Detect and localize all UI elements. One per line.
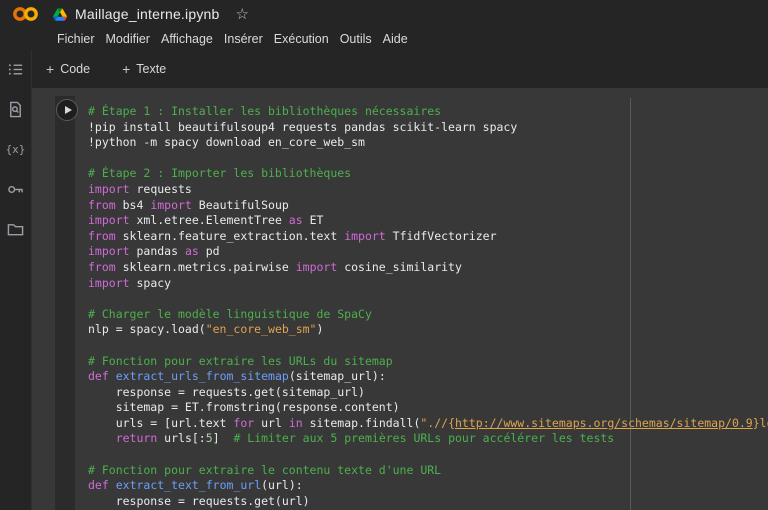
code-line: from sklearn.metrics.pairwise import cos… [88, 260, 768, 276]
menu-modifier[interactable]: Modifier [106, 32, 150, 46]
code-line: from sklearn.feature_extraction.text imp… [88, 229, 768, 245]
folder-icon [7, 221, 24, 238]
code-line: # Fonction pour extraire les URLs du sit… [88, 354, 768, 370]
header: Maillage_interne.ipynb ☆ [0, 0, 768, 28]
code-line: from bs4 import BeautifulSoup [88, 198, 768, 214]
colab-logo-icon[interactable] [12, 6, 39, 22]
sidebar: {x} [0, 50, 32, 510]
code-line: # Fonction pour extraire le contenu text… [88, 463, 768, 479]
key-icon [7, 181, 24, 198]
variables-button[interactable]: {x} [5, 140, 27, 158]
code-line: nlp = spacy.load("en_core_web_sm") [88, 322, 768, 338]
add-code-label: Code [60, 62, 90, 76]
variables-icon: {x} [6, 143, 26, 156]
code-line: # Étape 1 : Installer les bibliothèques … [88, 104, 768, 120]
menubar: Fichier Modifier Affichage Insérer Exécu… [0, 28, 768, 50]
code-line: urls = [url.text for url in sitemap.find… [88, 416, 768, 432]
code-line: import requests [88, 182, 768, 198]
menu-execution[interactable]: Exécution [274, 32, 329, 46]
table-of-contents-button[interactable] [5, 60, 27, 78]
code-editor[interactable]: # Étape 1 : Installer les bibliothèques … [88, 104, 768, 510]
colab-window: Maillage_interne.ipynb ☆ Fichier Modifie… [0, 0, 768, 510]
code-line: # Charger le modèle linguistique de SpaC… [88, 307, 768, 323]
add-text-label: Texte [136, 62, 166, 76]
code-line [88, 338, 768, 354]
drive-icon [53, 8, 67, 21]
code-line: !python -m spacy download en_core_web_sm [88, 135, 768, 151]
menu-affichage[interactable]: Affichage [161, 32, 213, 46]
notebook-area: # Étape 1 : Installer les bibliothèques … [32, 88, 768, 510]
plus-icon: + [46, 62, 54, 76]
code-line: def extract_text_from_url(url): [88, 478, 768, 494]
plus-icon: + [122, 62, 130, 76]
code-line: # Étape 2 : Importer les bibliothèques [88, 166, 768, 182]
cell-toolbar: + Code + Texte [32, 50, 768, 88]
code-line: response = requests.get(url) [88, 494, 768, 510]
code-line: import spacy [88, 276, 768, 292]
menu-fichier[interactable]: Fichier [57, 32, 95, 46]
files-button[interactable] [5, 220, 27, 238]
cell-gutter [55, 96, 75, 510]
add-text-button[interactable]: + Texte [114, 58, 174, 80]
code-line [88, 291, 768, 307]
code-line: def extract_urls_from_sitemap(sitemap_ur… [88, 369, 768, 385]
find-in-notebook-button[interactable] [5, 100, 27, 118]
menu-inserer[interactable]: Insérer [224, 32, 263, 46]
code-line: !pip install beautifulsoup4 requests pan… [88, 120, 768, 136]
run-cell-button[interactable] [56, 99, 78, 121]
table-of-contents-icon [7, 61, 24, 78]
notebook-title[interactable]: Maillage_interne.ipynb [75, 6, 220, 22]
code-line: return urls[:5] # Limiter aux 5 première… [88, 431, 768, 447]
menu-aide[interactable]: Aide [383, 32, 408, 46]
code-line: response = requests.get(sitemap_url) [88, 385, 768, 401]
add-code-button[interactable]: + Code [38, 58, 98, 80]
code-line: import pandas as pd [88, 244, 768, 260]
play-icon [65, 106, 72, 114]
secrets-button[interactable] [5, 180, 27, 198]
code-line [88, 151, 768, 167]
star-icon[interactable]: ☆ [236, 7, 249, 22]
find-in-notebook-icon [7, 101, 24, 118]
menu-outils[interactable]: Outils [340, 32, 372, 46]
code-line [88, 447, 768, 463]
code-line: sitemap = ET.fromstring(response.content… [88, 400, 768, 416]
code-line: import xml.etree.ElementTree as ET [88, 213, 768, 229]
